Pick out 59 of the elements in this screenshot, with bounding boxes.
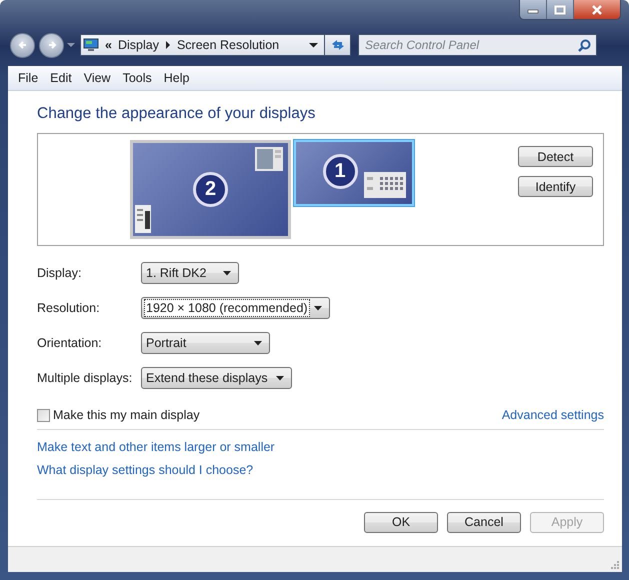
history-caret-icon[interactable] <box>67 42 75 48</box>
dropdown-caret-icon <box>276 376 284 380</box>
refresh-icon <box>330 38 346 52</box>
search-icon <box>578 39 591 52</box>
back-arrow-icon <box>16 39 28 51</box>
dropdown-caret-icon[interactable] <box>309 42 318 48</box>
setting-label: Display: <box>37 266 82 280</box>
setting-label: Resolution: <box>37 301 101 315</box>
dropdown-caret-icon <box>223 270 231 276</box>
maximize-button[interactable] <box>547 0 574 19</box>
breadcrumb-item[interactable]: Display <box>118 38 159 52</box>
maximize-icon <box>554 4 566 14</box>
dropdown-caret-icon <box>314 306 322 310</box>
menu-item[interactable]: File <box>12 71 44 85</box>
refresh-button[interactable] <box>325 34 351 56</box>
dropdown-value: 1. Rift DK2 <box>145 265 208 282</box>
menu-item[interactable]: Help <box>158 71 196 85</box>
dropdown[interactable]: Portrait <box>141 332 270 354</box>
forward-button[interactable] <box>39 32 64 58</box>
menu-item[interactable]: Tools <box>116 71 158 85</box>
address-bar[interactable]: « Display Screen Resolution <box>80 34 325 56</box>
dropdown[interactable]: 1. Rift DK2 <box>141 262 239 284</box>
resize-grip-icon[interactable] <box>611 561 619 569</box>
breadcrumb-overflow[interactable]: « <box>105 38 112 52</box>
dropdown[interactable]: Extend these displays <box>141 367 292 389</box>
checkbox-label[interactable]: Make this my main display <box>53 408 200 422</box>
back-button[interactable] <box>10 32 35 58</box>
breadcrumb-separator-icon[interactable] <box>164 41 171 49</box>
setting-label: Multiple displays: <box>37 371 134 385</box>
minimize-button[interactable] <box>520 0 547 19</box>
monitor-action-button[interactable]: Identify <box>518 176 593 197</box>
monitor-tile[interactable]: 1 <box>294 140 414 206</box>
monitor-tile[interactable]: 2 <box>130 140 291 239</box>
advanced-settings-link[interactable]: Advanced settings <box>502 408 604 422</box>
help-link[interactable]: What display settings should I choose? <box>37 463 254 477</box>
dialog-button[interactable]: Cancel <box>447 512 521 532</box>
window-thumbnail-icon <box>255 147 283 171</box>
search-field[interactable]: Search Control Panel <box>358 34 597 56</box>
menu-item[interactable]: View <box>78 71 117 85</box>
monitor-number: 1 <box>322 154 358 188</box>
dropdown-value: 1920 × 1080 (recommended) <box>144 299 310 317</box>
checkbox[interactable] <box>37 408 50 422</box>
monitor-icon <box>83 38 99 52</box>
page-heading: Change the appearance of your displays <box>37 105 316 123</box>
window-thumbnail-icon <box>135 205 151 233</box>
close-icon <box>591 4 603 14</box>
setting-label: Orientation: <box>37 336 103 350</box>
monitor-action-button[interactable]: Detect <box>518 146 593 167</box>
window-thumbnail-icon <box>364 172 406 198</box>
dialog-button[interactable]: OK <box>364 512 438 532</box>
dropdown-caret-icon <box>254 340 262 346</box>
monitor-number: 2 <box>193 172 228 207</box>
dropdown-value: Extend these displays <box>145 370 269 387</box>
help-link[interactable]: Make text and other items larger or smaller <box>37 440 275 454</box>
menu-item[interactable]: Edit <box>44 71 78 85</box>
close-button[interactable] <box>574 0 620 19</box>
breadcrumb-item[interactable]: Screen Resolution <box>176 38 280 52</box>
dropdown[interactable]: 1920 × 1080 (recommended) <box>141 297 330 319</box>
dropdown-value: Portrait <box>145 335 188 352</box>
